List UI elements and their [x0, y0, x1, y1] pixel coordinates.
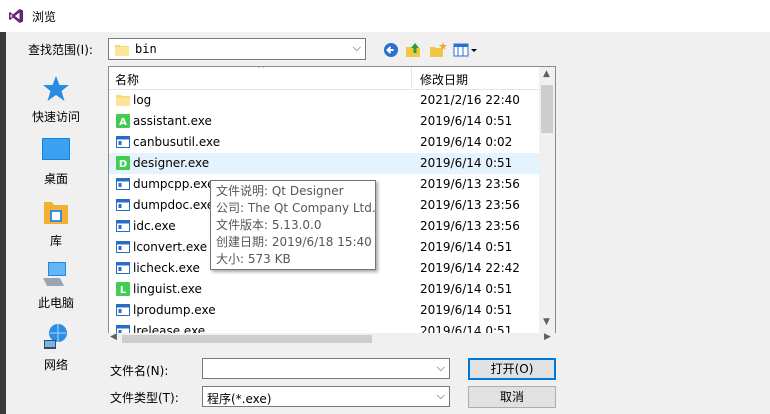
view-menu-icon[interactable]: [453, 41, 479, 59]
lookin-combobox[interactable]: bin ⌵: [108, 38, 366, 60]
file-date: 2019/6/14 0:51: [420, 240, 513, 254]
horizontal-scroll-thumb[interactable]: [122, 335, 372, 343]
file-date: 2019/6/14 22:42: [420, 261, 520, 275]
place-network[interactable]: 网络: [10, 318, 102, 378]
file-name: assistant.exe: [133, 114, 212, 128]
file-row[interactable]: canbusutil.exe 2019/6/14 0:02: [109, 132, 539, 153]
open-button[interactable]: 打开(O): [468, 358, 556, 380]
svg-text:A: A: [119, 117, 127, 128]
vertical-scroll-thumb[interactable]: [541, 85, 553, 133]
qt-designer-icon: D: [116, 156, 130, 170]
file-row[interactable]: log 2021/2/16 22:40: [109, 90, 539, 111]
file-name: lprodump.exe: [133, 303, 216, 317]
file-name: lconvert.exe: [133, 240, 208, 254]
dialog-right-area: [562, 32, 770, 414]
tooltip-created: 创建日期: 2019/6/18 15:40: [216, 235, 372, 249]
exe-icon: [116, 303, 130, 317]
file-name: dumpdoc.exe: [133, 198, 215, 212]
scroll-right-icon[interactable]: ▶: [544, 332, 551, 342]
title-bar: 浏览: [0, 0, 770, 32]
back-icon[interactable]: [383, 41, 399, 59]
vertical-scrollbar[interactable]: ▲ ▼: [539, 67, 555, 333]
place-desktop[interactable]: 桌面: [10, 132, 102, 192]
scroll-up-icon[interactable]: ▲: [543, 69, 550, 79]
qt-assistant-icon: A: [116, 114, 130, 128]
visual-studio-icon: [9, 9, 23, 23]
file-date: 2019/6/14 0:51: [420, 282, 513, 296]
cancel-button[interactable]: 取消: [468, 386, 556, 408]
exe-icon: [116, 261, 130, 275]
chevron-down-icon[interactable]: ⌵: [353, 41, 361, 55]
filename-combobox[interactable]: ⌵: [202, 358, 450, 379]
folder-icon: [116, 93, 130, 107]
file-date: 2019/6/14 0:51: [420, 114, 513, 128]
exe-icon: [116, 219, 130, 233]
filename-label: 文件名(N):: [110, 364, 169, 378]
file-name: idc.exe: [133, 219, 176, 233]
folder-icon: [115, 45, 129, 56]
exe-icon: [116, 135, 130, 149]
column-separator[interactable]: [411, 67, 412, 89]
library-icon: [44, 202, 68, 224]
file-name: licheck.exe: [133, 261, 200, 275]
column-header-name[interactable]: 名称: [115, 71, 139, 88]
tooltip-version: 文件版本: 5.13.0.0: [216, 218, 322, 232]
desktop-icon: [42, 138, 70, 160]
column-header-date[interactable]: 修改日期: [420, 71, 468, 88]
file-name: dumpcpp.exe: [133, 177, 215, 191]
horizontal-scrollbar[interactable]: ◀ ▶: [108, 332, 556, 345]
file-date: 2021/2/16 22:40: [420, 93, 520, 107]
scroll-down-icon[interactable]: ▼: [543, 317, 550, 327]
file-date: 2019/6/13 23:56: [420, 198, 520, 212]
place-quick-access[interactable]: 快速访问: [10, 70, 102, 130]
chevron-down-icon[interactable]: ⌵: [437, 389, 445, 403]
place-this-pc[interactable]: 此电脑: [10, 256, 102, 316]
scroll-left-icon[interactable]: ◀: [110, 332, 117, 342]
file-name: designer.exe: [133, 156, 210, 170]
list-header: 名称 ^ 修改日期: [109, 67, 539, 90]
tooltip-description: 文件说明: Qt Designer: [216, 184, 344, 198]
file-row[interactable]: Llinguist.exe 2019/6/14 0:51: [109, 279, 539, 300]
svg-text:L: L: [120, 285, 127, 296]
file-name: log: [133, 93, 152, 107]
filetype-value: 程序(*.exe): [207, 392, 272, 406]
tooltip-size: 大小: 573 KB: [216, 252, 291, 266]
lookin-value: bin: [135, 42, 157, 56]
window-title: 浏览: [32, 10, 57, 24]
file-info-tooltip: 文件说明: Qt Designer 公司: The Qt Company Ltd…: [210, 180, 376, 270]
file-row[interactable]: Aassistant.exe 2019/6/14 0:51: [109, 111, 539, 132]
lookin-label: 查找范围(I):: [28, 43, 93, 57]
exe-icon: [116, 240, 130, 254]
file-row[interactable]: lprodump.exe 2019/6/14 0:51: [109, 300, 539, 321]
file-date: 2019/6/14 0:02: [420, 135, 513, 149]
file-date: 2019/6/14 0:51: [420, 156, 513, 170]
svg-text:D: D: [119, 159, 127, 170]
new-folder-icon[interactable]: [429, 41, 447, 59]
quick-access-star-icon: [43, 76, 69, 101]
filetype-combobox[interactable]: 程序(*.exe) ⌵: [202, 386, 450, 407]
file-date: 2019/6/13 23:56: [420, 177, 520, 191]
filetype-label: 文件类型(T):: [110, 391, 179, 405]
place-library[interactable]: 库: [10, 194, 102, 254]
background-window-edge: [0, 32, 6, 414]
places-bar: 快速访问 桌面 库 此电脑 网络: [10, 64, 102, 394]
up-folder-icon[interactable]: [405, 41, 423, 59]
tooltip-company: 公司: The Qt Company Ltd.: [216, 201, 376, 215]
chevron-down-icon[interactable]: ⌵: [437, 361, 445, 375]
file-name: canbusutil.exe: [133, 135, 221, 149]
exe-icon: [116, 177, 130, 191]
qt-linguist-icon: L: [116, 282, 130, 296]
this-pc-icon: [43, 262, 66, 286]
exe-icon: [116, 198, 130, 212]
file-date: 2019/6/13 23:56: [420, 219, 520, 233]
file-name: linguist.exe: [133, 282, 202, 296]
file-date: 2019/6/14 0:51: [420, 303, 513, 317]
file-row[interactable]: Ddesigner.exe 2019/6/14 0:51: [109, 153, 539, 174]
sort-ascending-icon: ^: [257, 66, 266, 75]
network-icon: [44, 324, 67, 349]
